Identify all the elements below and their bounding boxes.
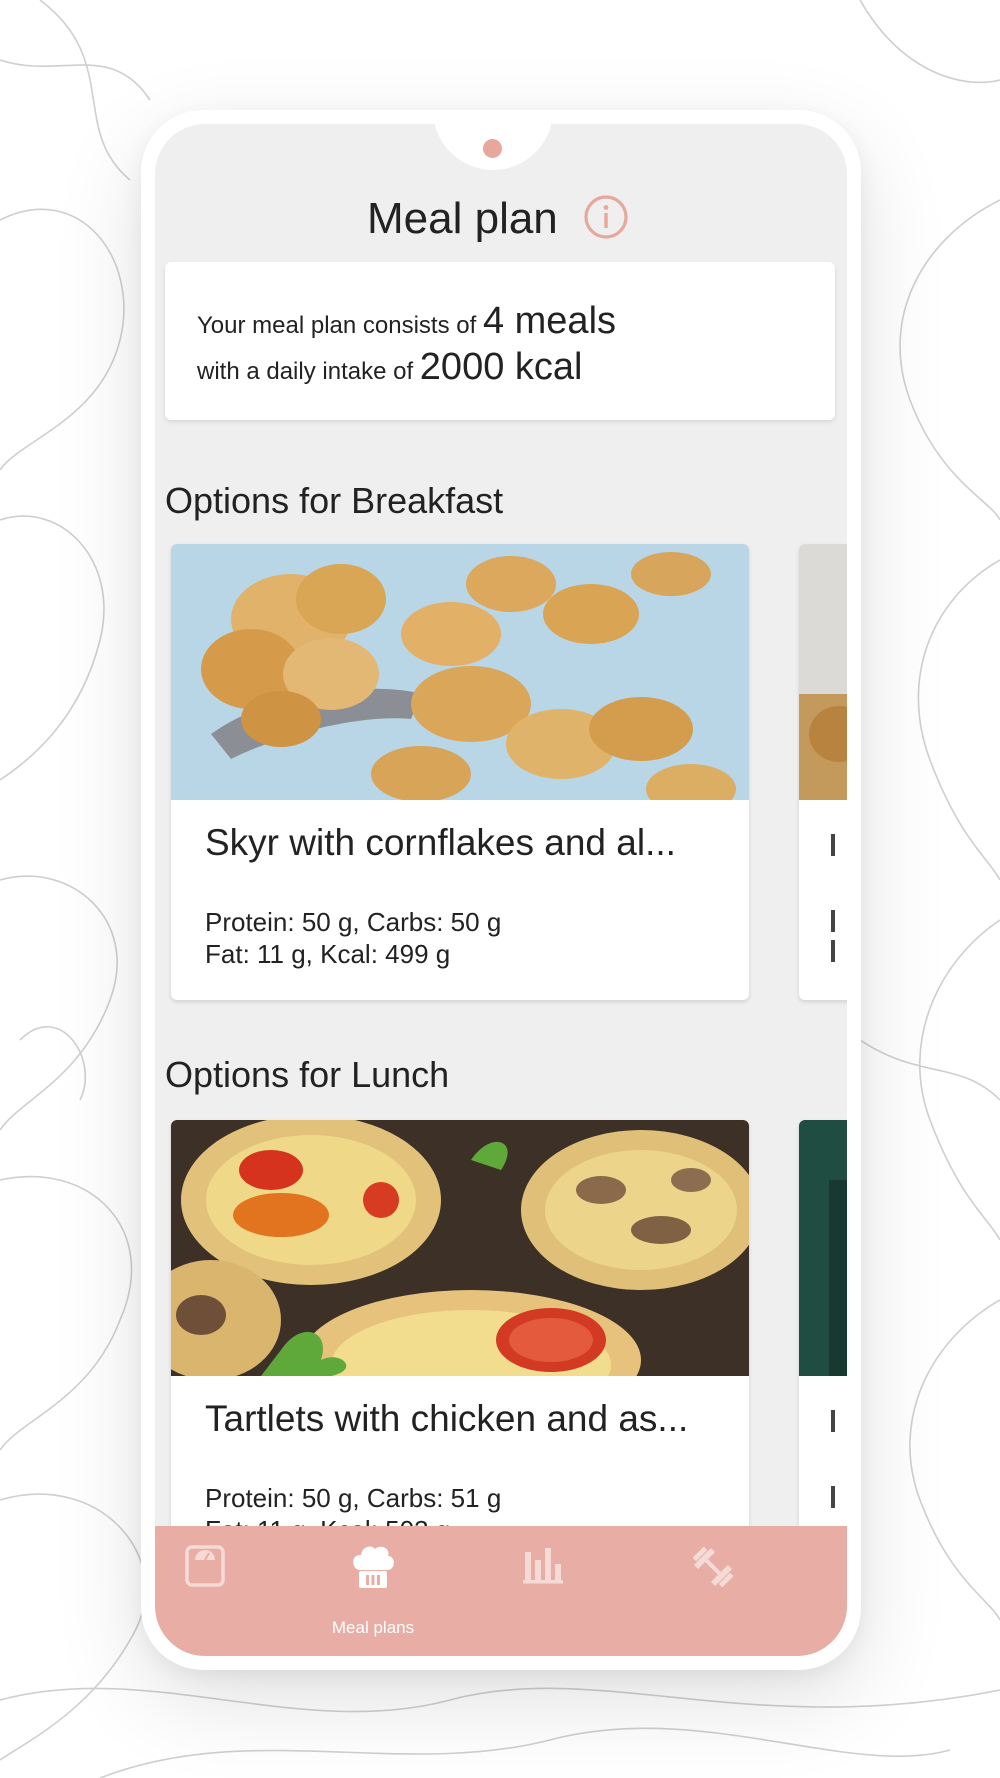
summary-meals-count: 4 meals: [482, 300, 617, 342]
next-breakfast-card[interactable]: [799, 544, 847, 1000]
next-breakfast-macros-fragment: [831, 910, 835, 932]
next-lunch-macros-fragment: [831, 1486, 835, 1508]
lunch-section-title: Options for Lunch: [165, 1054, 450, 1095]
next-lunch-card[interactable]: [799, 1120, 847, 1576]
info-icon[interactable]: [583, 194, 629, 240]
breakfast-meal-card[interactable]: Skyr with cornflakes and al... Protein: …: [171, 544, 749, 1000]
next-lunch-photo: [799, 1120, 847, 1376]
camera-dot: [483, 139, 502, 158]
summary-kcal-prefix: with a daily intake of: [197, 358, 414, 385]
summary-meals-line: Your meal plan consists of 4 meals: [197, 300, 616, 343]
bottom-navigation: Meal plans: [155, 1526, 847, 1656]
tartlets-photo: [171, 1120, 749, 1376]
breakfast-macros-line-2: Fat: 11 g, Kcal: 499 g: [205, 939, 451, 969]
nav-label-meal-plans: Meal plans: [331, 1618, 415, 1637]
nav-item-workouts[interactable]: [653, 1544, 773, 1644]
breakfast-meal-name: Skyr with cornflakes and al...: [205, 822, 676, 863]
lunch-meal-name: Tartlets with chicken and as...: [205, 1398, 689, 1439]
next-breakfast-photo: [799, 544, 847, 800]
cornflakes-photo: [171, 544, 749, 800]
nav-item-stats[interactable]: [483, 1544, 603, 1644]
next-lunch-name-fragment: [831, 1410, 835, 1432]
lunch-meal-card[interactable]: Tartlets with chicken and as... Protein:…: [171, 1120, 749, 1576]
notch: [433, 124, 553, 170]
chef-hat-icon: [353, 1546, 394, 1588]
breakfast-meal-macros: Protein: 50 g, Carbs: 50 g Fat: 11 g, Kc…: [205, 906, 501, 970]
meal-plan-summary-card: Your meal plan consists of 4 meals with …: [165, 262, 835, 420]
nav-item-scale[interactable]: [155, 1544, 265, 1644]
scale-icon: [185, 1545, 225, 1587]
summary-kcal-line: with a daily intake of 2000 kcal: [197, 346, 582, 389]
dumbbell-icon: [692, 1546, 734, 1588]
summary-kcal-value: 2000 kcal: [419, 346, 583, 388]
app-screen: Meal plan Your meal plan consists of 4 m…: [155, 124, 847, 1656]
summary-meals-prefix: Your meal plan consists of: [197, 312, 477, 339]
next-breakfast-name-fragment: [831, 834, 835, 856]
phone-frame: Meal plan Your meal plan consists of 4 m…: [141, 110, 861, 1670]
page-title: Meal plan: [367, 194, 558, 243]
lunch-macros-line-1: Protein: 50 g, Carbs: 51 g: [205, 1483, 502, 1513]
breakfast-macros-line-1: Protein: 50 g, Carbs: 50 g: [205, 907, 502, 937]
bar-chart-icon: [523, 1548, 563, 1584]
breakfast-section-title: Options for Breakfast: [165, 480, 504, 521]
nav-item-meal-plans[interactable]: Meal plans: [313, 1544, 433, 1644]
header: Meal plan: [155, 184, 847, 254]
next-breakfast-macros-fragment: [831, 940, 835, 962]
